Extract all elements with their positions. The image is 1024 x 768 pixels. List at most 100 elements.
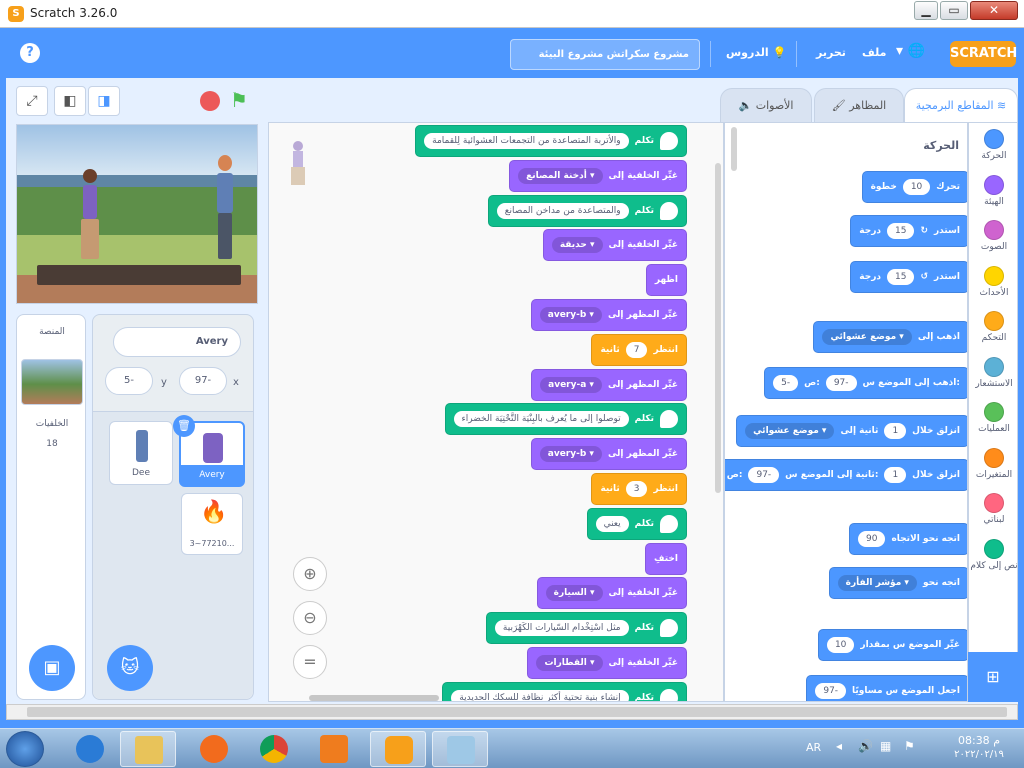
tray-chevron-icon[interactable]: ◂ (836, 739, 842, 753)
block-dropdown[interactable]: أدخنة المصانع ▾ (518, 167, 603, 184)
block-dropdown[interactable]: السيارة ▾ (545, 585, 603, 602)
category-3[interactable]: الأحداث (969, 265, 1019, 298)
script-block-control[interactable]: انتظر 7 ثانية (591, 333, 687, 366)
action-center-icon[interactable]: ⚑ (904, 739, 915, 753)
explorer-taskbar-item[interactable] (120, 731, 176, 767)
script-block-looks[interactable]: غيِّر الخلفية إلى أدخنة المصانع ▾ (509, 159, 687, 192)
green-flag-icon[interactable]: ⚑ (230, 88, 248, 112)
help-icon[interactable]: ? (20, 43, 40, 63)
clock-date[interactable]: ٢٠٢٢/٠٢/١٩ (940, 749, 1018, 760)
sprite-x-input[interactable]: 97- (179, 367, 227, 395)
palette-scrollbar[interactable] (731, 127, 737, 171)
stop-icon[interactable] (200, 91, 220, 111)
dee-sprite[interactable] (213, 155, 237, 267)
block-number-input[interactable]: 90 (858, 531, 886, 547)
avery-sprite[interactable] (77, 169, 103, 263)
block-text-input[interactable]: مثل اسْتِخْدام السّيارات الكَهْرَبية (494, 620, 629, 637)
block-text-input[interactable]: إنشاء بنية تحتية أكثر نظافة للسكك الحديد… (451, 689, 629, 701)
media-player-taskbar-item[interactable] (306, 731, 362, 767)
scratch-taskbar-item[interactable] (370, 731, 426, 767)
firefox-taskbar-item[interactable] (186, 731, 242, 767)
script-block-green[interactable]: تكلم والمتصاعدة من مداخن المصانع (487, 194, 687, 227)
sprite-tile-campfire[interactable]: 🔥 3~77210... (181, 493, 243, 555)
project-title-input[interactable]: مشروع سكراتش مشروع البيئة الجديد (510, 39, 700, 89)
block-number-input[interactable]: 15 (887, 269, 915, 285)
zoom-out-icon[interactable]: ⊖ (293, 601, 327, 635)
script-block-green[interactable]: تكلم توصلوا إلى ما يُعرف بالبِنْيَة التَّ… (444, 403, 687, 436)
delete-sprite-icon[interactable]: 🗑 (173, 415, 195, 437)
category-9[interactable]: نص إلى كلام (969, 538, 1019, 571)
block-dropdown[interactable]: موضع عشوائي ▾ (822, 329, 912, 345)
block-number-input[interactable]: 1 (884, 467, 907, 483)
choose-sprite-icon[interactable]: 🐱 (107, 645, 153, 691)
category-4[interactable]: التحكم (969, 311, 1019, 343)
category-0[interactable]: الحركة (969, 129, 1019, 161)
palette-motion-block[interactable]: اتجه نحو مؤشر الفأرة ▾ (828, 567, 967, 599)
chrome-taskbar-item[interactable] (246, 731, 302, 767)
block-number-input[interactable]: 97- (825, 375, 857, 391)
palette-motion-block[interactable]: غيِّر الموضع س بمقدار 10 (817, 629, 967, 661)
script-block-green[interactable]: تكلم إنشاء بنية تحتية أكثر نظافة للسكك ال… (442, 681, 687, 701)
large-stage-icon[interactable]: ◨ (88, 86, 120, 116)
script-block-looks[interactable]: غيِّر الخلفية إلى القطارات ▾ (527, 647, 687, 679)
palette-motion-block[interactable]: استدر ↺ 15 درجة (850, 261, 967, 293)
stage-thumbnail[interactable] (21, 359, 83, 405)
tab-costumes[interactable]: 🖌 المظاهر (814, 88, 904, 124)
code-horizontal-scrollbar[interactable] (309, 695, 439, 701)
script-block-looks[interactable]: غيِّر المظهر إلى avery-b ▾ (530, 299, 687, 331)
block-number-input[interactable]: 97- (815, 683, 847, 699)
block-dropdown[interactable]: حديقة ▾ (551, 237, 603, 254)
block-dropdown[interactable]: القطارات ▾ (536, 655, 603, 671)
file-menu[interactable]: ملف (862, 46, 886, 59)
script-block-control[interactable]: انتظر 3 ثانية (591, 473, 687, 505)
minimize-button[interactable]: ▁ (914, 1, 938, 20)
tutorials-menu[interactable]: الدروس 💡 (726, 46, 786, 59)
palette-motion-block[interactable]: انزلق خلال 1 ثانية إلى موضع عشوائي ▾ (736, 415, 967, 447)
block-number-input[interactable]: 3 (625, 481, 648, 497)
palette-motion-block[interactable]: اجعل الموضع س مساويًا 97- (806, 675, 967, 701)
block-number-input[interactable]: 1 (884, 423, 907, 439)
block-text-input[interactable]: والمتصاعدة من مداخن المصانع (496, 202, 629, 219)
sprite-name-field[interactable]: Avery (113, 327, 241, 357)
block-text-input[interactable]: والأتربة المتصاعدة من التجمعات العشوائية… (424, 133, 629, 149)
choose-backdrop-icon[interactable]: ▣ (29, 645, 75, 691)
language-indicator[interactable]: AR (806, 741, 821, 754)
script-block-looks[interactable]: غيِّر الخلفية إلى حديقة ▾ (542, 229, 687, 262)
block-text-input[interactable]: توصلوا إلى ما يُعرف بالبِنْيَة التَّحْتِ… (453, 411, 629, 428)
zoom-reset-icon[interactable]: = (293, 645, 327, 679)
category-8[interactable]: لبناتي (969, 493, 1019, 525)
block-number-input[interactable]: 10 (902, 179, 931, 195)
extensions-icon[interactable]: ⊞ (968, 652, 1018, 702)
block-dropdown[interactable]: avery-b ▾ (539, 307, 602, 323)
maximize-button[interactable]: ▭ (940, 1, 968, 20)
block-dropdown[interactable]: avery-a ▾ (540, 376, 602, 393)
palette-motion-block[interactable]: اذهب إلى الموضع س: 97- ص: 5- (764, 367, 967, 399)
block-number-input[interactable]: 10 (826, 637, 855, 653)
palette-motion-block[interactable]: اتجه نحو الاتجاه 90 (849, 523, 967, 555)
clock-time[interactable]: 08:38 م (944, 734, 1014, 747)
zoom-in-icon[interactable]: ⊕ (293, 557, 327, 591)
script-block-looks[interactable]: اختفِ (645, 542, 687, 575)
category-2[interactable]: الصوت (969, 220, 1019, 252)
category-7[interactable]: المتغيرات (969, 447, 1019, 480)
block-number-input[interactable]: 5- (773, 375, 799, 391)
script-block-looks[interactable]: اظهر (645, 264, 687, 297)
script-block-looks[interactable]: غيِّر الخلفية إلى السيارة ▾ (536, 577, 687, 610)
window-horizontal-scrollbar[interactable] (6, 704, 1018, 720)
category-6[interactable]: العمليات (969, 402, 1019, 434)
sprite-tile-avery[interactable]: Avery 🗑 (173, 415, 245, 487)
scratch-logo[interactable]: SCRATCH (950, 41, 1017, 67)
category-1[interactable]: الهيئة (969, 174, 1019, 207)
block-dropdown[interactable]: مؤشر الفأرة ▾ (837, 575, 917, 591)
block-number-input[interactable]: 7 (625, 341, 648, 358)
palette-motion-block[interactable]: استدر ↻ 15 درجة (850, 215, 967, 247)
tab-code[interactable]: المقاطع البرمجية ≋ (904, 88, 1018, 124)
volume-icon[interactable]: 🔊 (858, 739, 873, 753)
block-dropdown[interactable]: avery-b ▾ (539, 446, 602, 463)
small-stage-icon[interactable]: ◧ (54, 86, 86, 116)
script-block-looks[interactable]: غيِّر المظهر إلى avery-b ▾ (530, 438, 687, 471)
category-5[interactable]: الاستشعار (969, 356, 1019, 389)
network-icon[interactable]: ▦ (880, 739, 891, 753)
code-vertical-scrollbar[interactable] (715, 163, 721, 493)
block-text-input[interactable]: يعني (595, 515, 629, 532)
